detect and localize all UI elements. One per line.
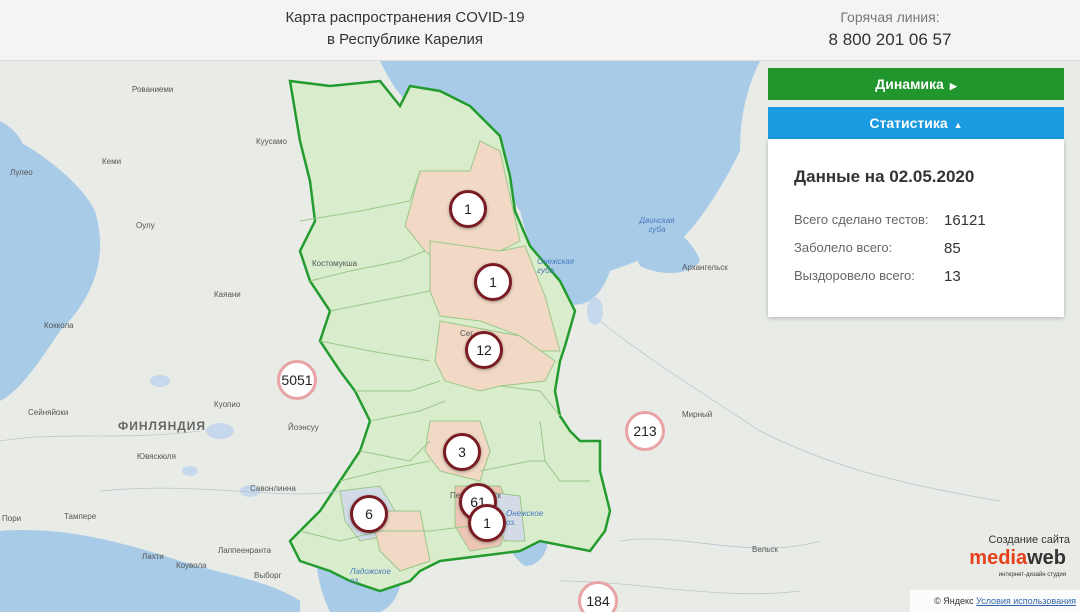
label-tampere: Тампере bbox=[64, 512, 97, 521]
label-kokkola: Коккола bbox=[44, 321, 74, 330]
case-marker[interactable]: 12 bbox=[465, 331, 503, 369]
label-seinajoki: Сейняйоки bbox=[28, 408, 69, 417]
page-title-line2: в Республике Карелия bbox=[327, 31, 483, 48]
label-joensuu: Йоэнсуу bbox=[288, 423, 319, 432]
dynamics-label: Динамика bbox=[875, 76, 944, 92]
copyright-text: © Яндекс bbox=[934, 596, 974, 606]
mediaweb-promo[interactable]: Создание сайта mediaweb интернет-дизайн … bbox=[940, 534, 1070, 582]
triangle-up-icon: ▲ bbox=[953, 120, 963, 130]
label-onega-lake: Онежское оз. bbox=[506, 509, 544, 527]
label-ladoga: Ладожское оз. bbox=[350, 567, 391, 585]
label-kuusamo: Куусамо bbox=[256, 137, 287, 146]
label-pori: Пори bbox=[2, 514, 22, 523]
hotline-label: Горячая линия: bbox=[840, 9, 940, 25]
hotline-phone[interactable]: 8 800 201 06 57 bbox=[800, 30, 980, 50]
triangle-right-icon: ▶ bbox=[949, 81, 957, 91]
stats-row-infected: Заболело всего: 85 bbox=[794, 240, 961, 257]
cluster-marker[interactable]: 213 bbox=[625, 411, 665, 451]
label-lulea: Лулео bbox=[10, 168, 33, 177]
stats-row-recovered: Выздоровело всего: 13 bbox=[794, 268, 961, 285]
map-copyright: © Яндекс Условия использования bbox=[910, 590, 1080, 612]
label-kuopio: Куопио bbox=[214, 400, 241, 409]
stats-row-tests: Всего сделано тестов: 16121 bbox=[794, 212, 986, 229]
label-lahti: Лахти bbox=[142, 552, 164, 561]
label-kostomuksha: Костомукша bbox=[312, 259, 358, 268]
label-rovaniemi: Рованиеми bbox=[132, 85, 174, 94]
case-marker[interactable]: 6 bbox=[350, 495, 388, 533]
stats-row-label: Заболело всего: bbox=[794, 240, 893, 255]
label-onega-bay: Онежская губа bbox=[537, 257, 574, 275]
label-kouvola: Коувола bbox=[176, 561, 207, 570]
statistics-label: Статистика bbox=[869, 115, 948, 131]
case-marker[interactable]: 3 bbox=[443, 433, 481, 471]
case-marker[interactable]: 1 bbox=[474, 263, 512, 301]
label-kajaani: Каяани bbox=[214, 290, 241, 299]
stats-row-label: Всего сделано тестов: bbox=[794, 212, 929, 227]
label-finland: ФИНЛЯНДИЯ bbox=[118, 419, 207, 433]
stats-row-value: 85 bbox=[944, 240, 961, 257]
cluster-marker[interactable]: 5051 bbox=[277, 360, 317, 400]
promo-subtitle: интернет-дизайн студия bbox=[998, 572, 1066, 578]
label-velsk: Вельск bbox=[752, 545, 778, 554]
label-jyvaskyla: Ювяскюля bbox=[137, 452, 176, 461]
label-vyborg: Выборг bbox=[254, 571, 282, 580]
dynamics-button[interactable]: Динамика ▶ bbox=[768, 68, 1064, 100]
stats-row-value: 13 bbox=[944, 268, 961, 285]
statistics-panel: Данные на 02.05.2020 Всего сделано тесто… bbox=[768, 139, 1064, 317]
mediaweb-logo: mediaweb bbox=[969, 547, 1066, 569]
header-bar: Карта распространения COVID-19 в Республ… bbox=[0, 0, 1080, 61]
promo-caption: Создание сайта bbox=[988, 534, 1070, 546]
label-arkhangelsk: Архангельск bbox=[682, 263, 728, 272]
stats-date: Данные на 02.05.2020 bbox=[794, 167, 975, 186]
stats-row-value: 16121 bbox=[944, 212, 986, 229]
label-dvina-bay: Двинская губа bbox=[639, 216, 675, 234]
label-savonlinna: Савонлинна bbox=[250, 484, 296, 493]
label-oulu: Оулу bbox=[136, 221, 155, 230]
stats-row-label: Выздоровело всего: bbox=[794, 268, 915, 283]
statistics-button[interactable]: Статистика ▲ bbox=[768, 107, 1064, 139]
page-title-line1: Карта распространения COVID-19 bbox=[285, 9, 525, 26]
label-lappeenranta: Лаппеенранта bbox=[218, 546, 272, 555]
label-kemi: Кеми bbox=[102, 157, 122, 166]
label-mirny: Мирный bbox=[682, 410, 713, 419]
case-marker[interactable]: 1 bbox=[468, 504, 506, 542]
terms-link[interactable]: Условия использования bbox=[976, 596, 1076, 606]
case-marker[interactable]: 1 bbox=[449, 190, 487, 228]
